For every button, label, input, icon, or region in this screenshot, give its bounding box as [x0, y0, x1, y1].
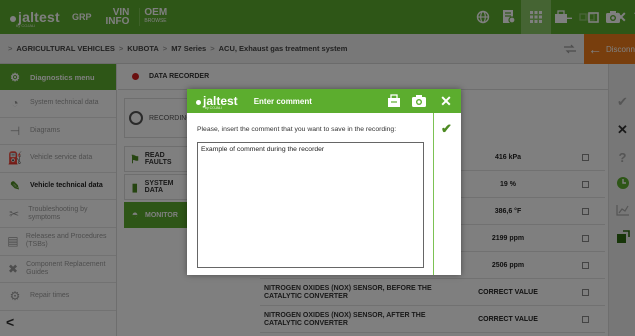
- logo-subtitle: by COJALI: [205, 106, 222, 110]
- clipboard-icon[interactable]: [384, 89, 404, 113]
- enter-comment-dialog: jaltest by COJALI Enter comment ✕ Please…: [187, 89, 461, 275]
- dialog-prompt: Please, insert the comment that you want…: [197, 126, 397, 133]
- divider: [433, 113, 434, 275]
- dialog-title: Enter comment: [253, 96, 312, 106]
- confirm-check-icon[interactable]: ✔: [441, 121, 452, 137]
- dialog-header: jaltest by COJALI Enter comment ✕: [187, 89, 461, 113]
- close-icon[interactable]: ✕: [435, 89, 457, 113]
- comment-textarea[interactable]: Example of comment during the recorder: [197, 142, 424, 268]
- camera-icon[interactable]: [409, 89, 429, 113]
